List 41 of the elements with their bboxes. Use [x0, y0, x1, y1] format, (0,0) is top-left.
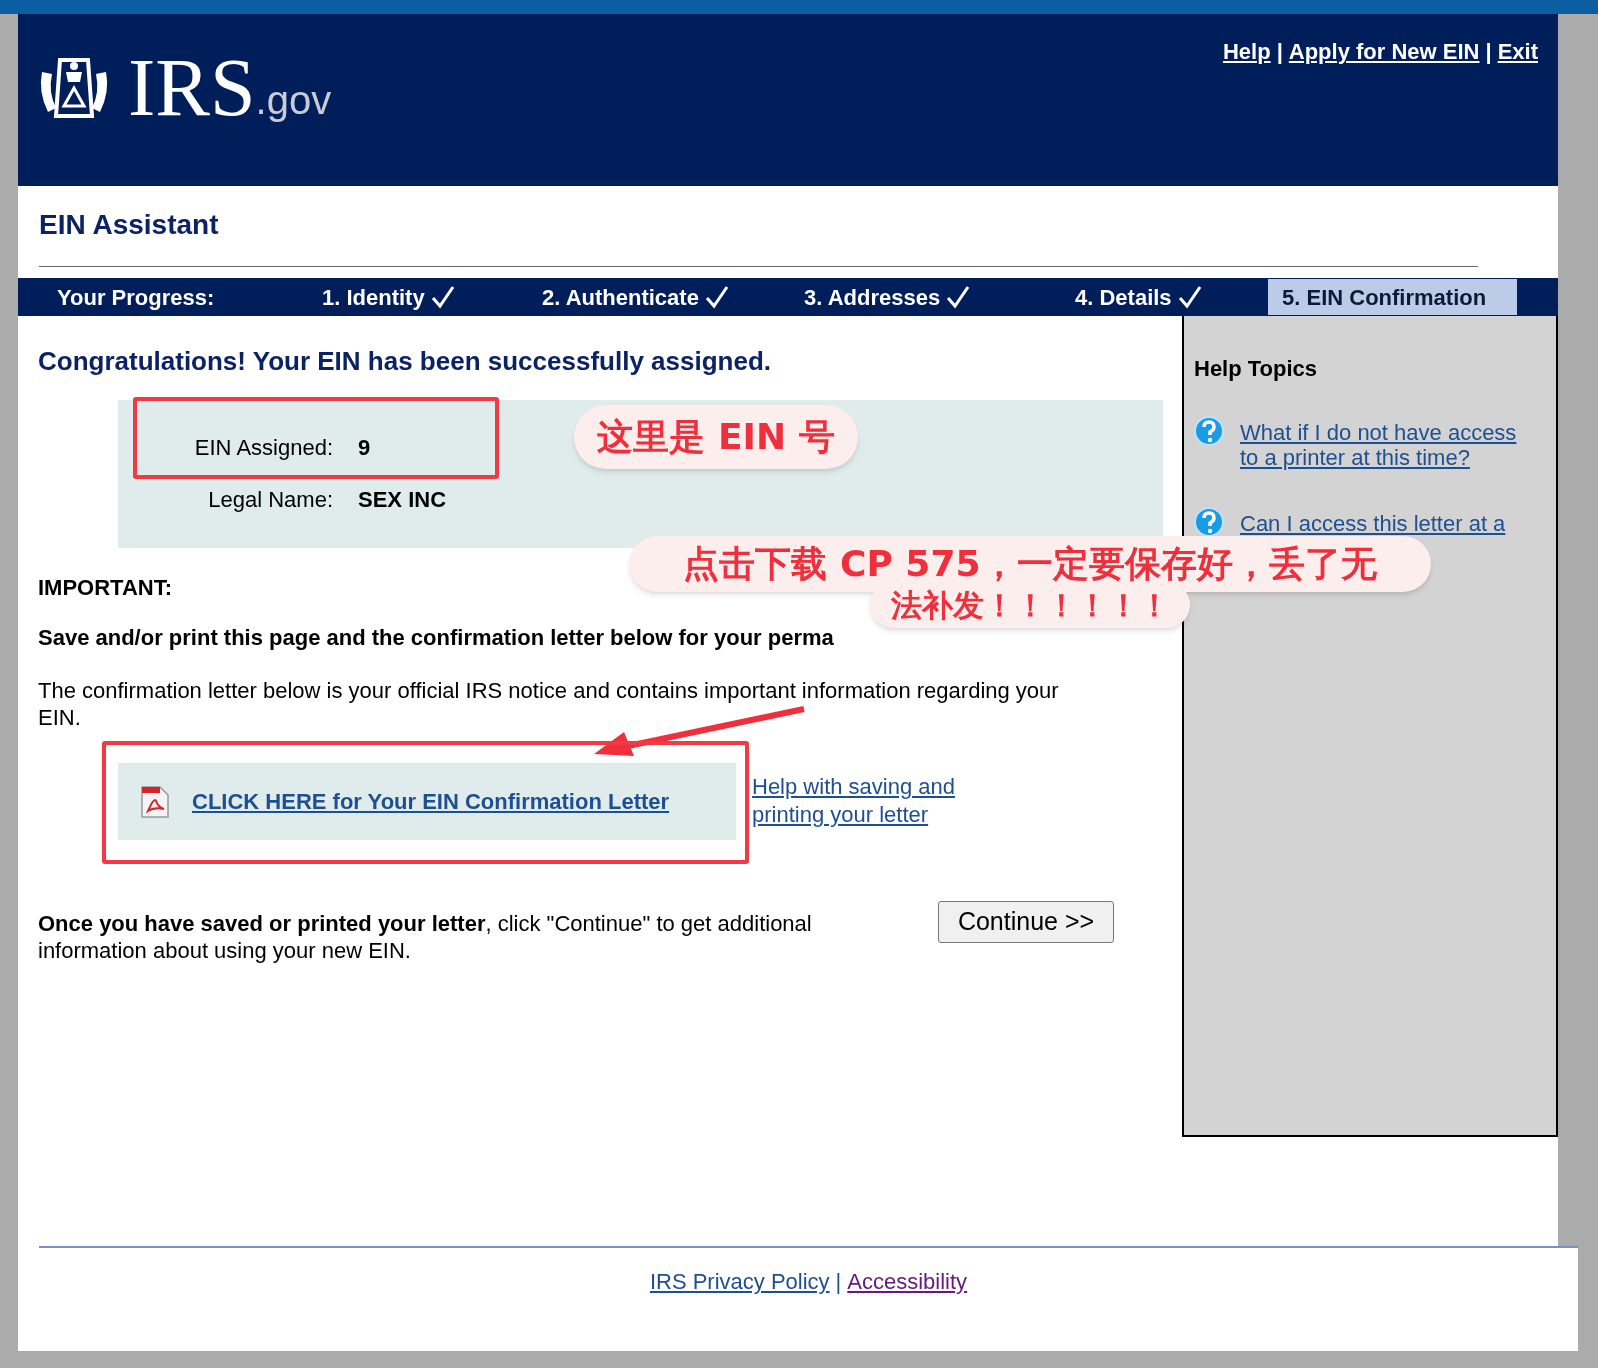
header-link[interactable]: Exit	[1497, 39, 1538, 65]
important-label: IMPORTANT:	[38, 575, 173, 601]
help-topic-link[interactable]: Can I access this letter at a	[1240, 511, 1540, 536]
annotation-bubble: 这里是 EIN 号	[574, 405, 858, 469]
progress-step: 3. Addresses	[804, 279, 1075, 315]
field-label: EIN Assigned:	[193, 434, 333, 462]
link-separator: |	[1485, 39, 1492, 65]
header-link[interactable]: Help	[1222, 39, 1271, 65]
link-separator: |	[835, 1268, 842, 1296]
field-label: Legal Name:	[207, 486, 333, 514]
check-icon	[704, 285, 729, 309]
logo-text: IRS	[128, 52, 256, 124]
header-link[interactable]: Apply for New EIN	[1288, 39, 1480, 65]
letter-note: The confirmation letter below is your official IRS notice and contains important information regarding your EIN.	[38, 677, 1060, 731]
pdf-icon	[138, 784, 170, 819]
help-icon	[1194, 416, 1224, 446]
confirmation-heading: Congratulations! Your EIN has been successfully assigned.	[38, 345, 772, 377]
field-value: 9	[358, 434, 371, 462]
logo-suffix: .gov	[255, 80, 332, 120]
continue-button[interactable]: Continue >>	[938, 901, 1114, 943]
page-title: EIN Assistant	[39, 208, 220, 242]
progress-step: 5. EIN Confirmation	[1268, 279, 1517, 315]
link-separator: |	[1276, 39, 1283, 65]
progress-step: 1. Identity	[322, 279, 542, 315]
sidebar-title: Help Topics	[1194, 356, 1319, 382]
annotation-bubble: 法补发！！！！！！	[870, 582, 1190, 628]
save-note: Save and/or print this page and the confirmation letter below for your perma	[38, 627, 835, 649]
check-icon	[1177, 285, 1202, 309]
help-icon	[1194, 507, 1224, 537]
progress-step: 2. Authenticate	[542, 279, 804, 315]
check-icon	[946, 285, 971, 309]
check-icon	[430, 285, 455, 309]
field-value: SEX INC	[358, 486, 447, 514]
footer-link[interactable]: IRS Privacy Policy	[649, 1268, 830, 1296]
continue-note: Once you have saved or printed your letter, click "Continue" to get additional information about using your new EIN.	[38, 910, 813, 964]
footer-link[interactable]: Accessibility	[847, 1268, 968, 1296]
help-link[interactable]: Help with saving and printing your letter	[752, 773, 977, 829]
progress-label: Your Progress:	[56, 283, 216, 312]
confirmation-letter-link[interactable]: CLICK HERE for Your EIN Confirmation Letter	[192, 787, 670, 816]
help-topic-link[interactable]: What if I do not have access to a printer at this time?	[1240, 420, 1540, 470]
progress-step: 4. Details	[1075, 279, 1268, 315]
